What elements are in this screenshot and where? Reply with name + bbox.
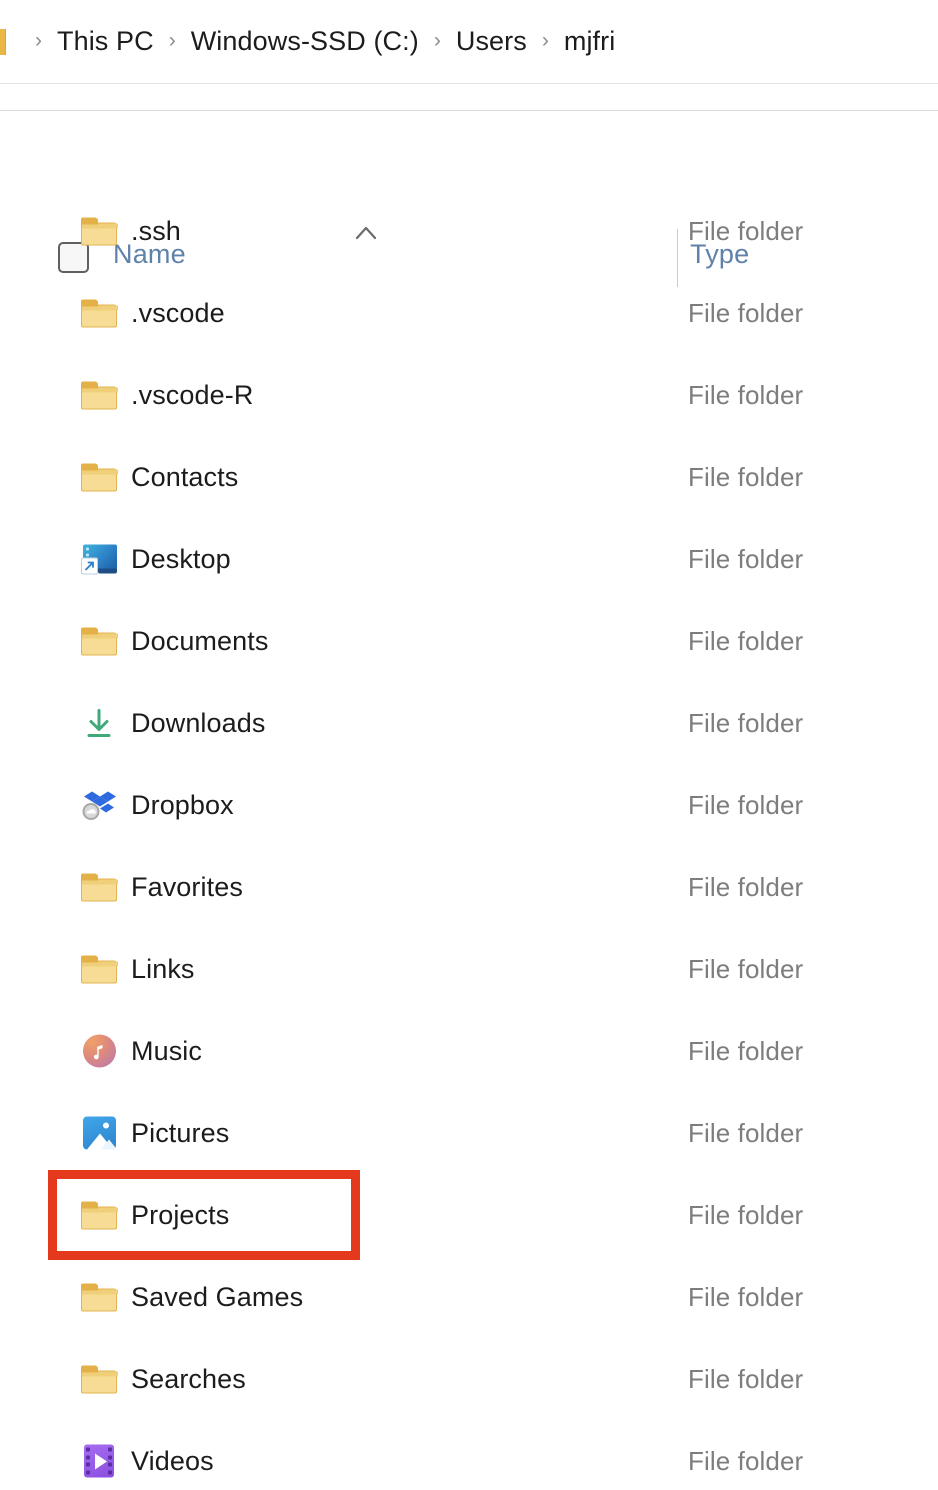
file-type: File folder: [688, 707, 804, 738]
breadcrumb-item-users[interactable]: Users: [456, 26, 527, 57]
breadcrumb-item-mjfri[interactable]: mjfri: [564, 26, 615, 57]
file-type: File folder: [688, 461, 804, 492]
file-name: Documents: [131, 625, 269, 656]
file-type: File folder: [688, 1281, 804, 1312]
dropbox-icon: [80, 789, 118, 822]
folder-icon: [80, 871, 118, 904]
address-bar-divider: [0, 83, 938, 84]
folder-icon: [80, 1281, 118, 1314]
folder-icon: [80, 461, 118, 494]
table-row-projects[interactable]: Projects File folder: [0, 1174, 938, 1256]
file-type: File folder: [688, 297, 804, 328]
table-row[interactable]: Favorites File folder: [0, 846, 938, 928]
folder-icon: [80, 1363, 118, 1396]
file-explorer-window: › This PC › Windows-SSD (C:) › Users › m…: [0, 0, 938, 1490]
file-name: Downloads: [131, 707, 266, 738]
table-row[interactable]: .ssh File folder: [0, 190, 938, 272]
file-name: Videos: [131, 1445, 214, 1476]
table-row[interactable]: Desktop File folder: [0, 518, 938, 600]
address-bar[interactable]: › This PC › Windows-SSD (C:) › Users › m…: [0, 0, 938, 83]
table-row[interactable]: Contacts File folder: [0, 436, 938, 518]
file-name: Saved Games: [131, 1281, 304, 1312]
pictures-icon: [80, 1116, 118, 1150]
file-name: .ssh: [131, 215, 181, 246]
breadcrumb-separator-0: ›: [35, 29, 42, 52]
file-type: File folder: [688, 1199, 804, 1230]
file-type: File folder: [688, 953, 804, 984]
table-row[interactable]: Searches File folder: [0, 1338, 938, 1420]
table-row[interactable]: Pictures File folder: [0, 1092, 938, 1174]
music-note-icon: [80, 1034, 118, 1068]
file-name: Searches: [131, 1363, 246, 1394]
desktop-shortcut-icon: [80, 543, 118, 576]
folder-icon: [80, 1199, 118, 1232]
file-type: File folder: [688, 789, 804, 820]
breadcrumb-separator-2: ›: [433, 29, 441, 52]
file-name: Links: [131, 953, 195, 984]
file-name: Favorites: [131, 871, 243, 902]
breadcrumb-folder-icon: [0, 28, 6, 55]
file-type: File folder: [688, 625, 804, 656]
table-row[interactable]: Downloads File folder: [0, 682, 938, 764]
file-name: Pictures: [131, 1117, 230, 1148]
file-name: Contacts: [131, 461, 239, 492]
table-row[interactable]: Documents File folder: [0, 600, 938, 682]
file-list: .ssh File folder .vscode File folder .vs…: [0, 190, 938, 1490]
breadcrumb-item-this-pc[interactable]: This PC: [57, 26, 154, 57]
file-name: .vscode-R: [131, 379, 254, 410]
file-type: File folder: [688, 379, 804, 410]
file-type: File folder: [688, 1363, 804, 1394]
file-type: File folder: [688, 1035, 804, 1066]
file-type: File folder: [688, 1445, 804, 1476]
file-name: Music: [131, 1035, 203, 1066]
folder-icon: [80, 625, 118, 658]
file-type: File folder: [688, 1117, 804, 1148]
folder-icon: [80, 297, 118, 330]
table-row[interactable]: Music File folder: [0, 1010, 938, 1092]
file-name: .vscode: [131, 297, 225, 328]
file-name: Dropbox: [131, 789, 234, 820]
file-type: File folder: [688, 215, 804, 246]
table-row[interactable]: Dropbox File folder: [0, 764, 938, 846]
folder-icon: [80, 953, 118, 986]
column-header-row: Name Type: [0, 111, 938, 287]
file-name: Projects: [131, 1199, 230, 1230]
breadcrumb-item-windows-ssd[interactable]: Windows-SSD (C:): [191, 26, 419, 57]
folder-icon: [80, 379, 118, 412]
file-name: Desktop: [131, 543, 231, 574]
table-row[interactable]: .vscode-R File folder: [0, 354, 938, 436]
table-row[interactable]: Videos File folder: [0, 1420, 938, 1490]
file-type: File folder: [688, 871, 804, 902]
videos-film-icon: [80, 1444, 118, 1478]
folder-icon: [80, 215, 118, 248]
breadcrumb-separator-3: ›: [541, 29, 549, 52]
file-type: File folder: [688, 543, 804, 574]
downloads-arrow-icon: [80, 707, 118, 740]
breadcrumb-separator-1: ›: [168, 29, 176, 52]
table-row[interactable]: Links File folder: [0, 928, 938, 1010]
table-row[interactable]: Saved Games File folder: [0, 1256, 938, 1338]
table-row[interactable]: .vscode File folder: [0, 272, 938, 354]
